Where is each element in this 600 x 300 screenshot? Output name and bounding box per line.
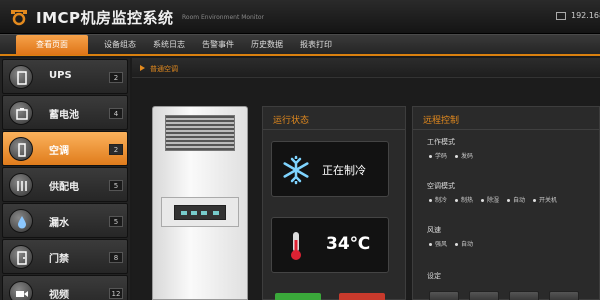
power-on-button[interactable]: [275, 293, 321, 300]
sidebar-item-video[interactable]: 视频 12: [2, 275, 128, 300]
setpoint-button[interactable]: [509, 291, 539, 300]
temperature-value: 34℃: [326, 234, 371, 254]
work-mode-option[interactable]: 学码: [429, 151, 447, 160]
ip-address: 192.168.: [571, 11, 600, 20]
wind-speed-option[interactable]: 强风: [429, 239, 447, 248]
main-nav: 查看页面 设备组态 系统日志 告警事件 历史数据 报表打印: [0, 34, 600, 56]
divider: [263, 129, 405, 130]
setpoint-button[interactable]: [549, 291, 579, 300]
ac-mode-option[interactable]: 开关机: [533, 195, 557, 204]
sidebar-item-air-conditioner[interactable]: 空调 2: [2, 131, 128, 166]
thermometer-icon: [280, 230, 312, 262]
water-leak-icon: [9, 209, 33, 233]
sidebar-item-door-access[interactable]: 门禁 8: [2, 239, 128, 274]
app-header: IMCP机房监控系统 Room Environment Monitor 192.…: [0, 0, 600, 34]
ac-mode-label: 空调模式: [427, 182, 455, 190]
main-content: 普通空调 运行状态 正在制冷 34℃ 远程控制 工作模式 学码 发码 空调模式 …: [132, 58, 600, 300]
nav-report-print[interactable]: 报表打印: [300, 35, 332, 55]
power-off-button[interactable]: [339, 293, 385, 300]
sidebar-item-label: 漏水: [49, 218, 69, 229]
sidebar-item-label: 供配电: [49, 182, 79, 193]
ac-control-panel: [161, 197, 239, 227]
sidebar-item-power-distribution[interactable]: 供配电 5: [2, 167, 128, 202]
monitor-icon: [556, 12, 566, 20]
ac-mode-option[interactable]: 除湿: [481, 195, 499, 204]
sidebar-item-water-leak[interactable]: 漏水 5: [2, 203, 128, 238]
arrow-right-icon: [140, 65, 145, 71]
temperature-box: 34℃: [271, 217, 389, 273]
door-access-icon: [9, 245, 33, 269]
sidebar-item-label: 蓄电池: [49, 110, 79, 121]
ac-display: [174, 205, 226, 220]
sidebar-item-count: 4: [109, 108, 123, 119]
sidebar-item-label: 视频: [49, 290, 69, 300]
sidebar-item-label: UPS: [49, 70, 72, 81]
breadcrumb-label: 普通空调: [150, 65, 178, 73]
logo-icon: [8, 6, 30, 26]
sidebar-item-battery[interactable]: 蓄电池 4: [2, 95, 128, 130]
wind-speed-option[interactable]: 自动: [455, 239, 473, 248]
nav-system-log[interactable]: 系统日志: [153, 35, 185, 55]
remote-control-panel: 远程控制 工作模式 学码 发码 空调模式 制冷 制热 除湿 自动 开关机 风速 …: [412, 106, 600, 300]
nav-history-data[interactable]: 历史数据: [251, 35, 283, 55]
ac-mode-option[interactable]: 自动: [507, 195, 525, 204]
ac-vent-grille: [165, 115, 235, 151]
sidebar-item-count: 2: [109, 72, 123, 83]
sidebar-item-count: 5: [109, 180, 123, 191]
sidebar-item-count: 12: [109, 288, 123, 299]
work-mode-option[interactable]: 发码: [455, 151, 473, 160]
setpoint-button[interactable]: [429, 291, 459, 300]
ac-mode-option[interactable]: 制热: [455, 195, 473, 204]
nav-view-page[interactable]: 查看页面: [16, 35, 88, 55]
video-icon: [9, 281, 33, 300]
sidebar-item-count: 2: [109, 144, 123, 155]
sidebar-item-label: 空调: [49, 146, 69, 157]
air-conditioner-icon: [9, 137, 33, 161]
ups-icon: [9, 65, 33, 89]
nav-alarm-events[interactable]: 告警事件: [202, 35, 234, 55]
breadcrumb: 普通空调: [132, 58, 600, 78]
battery-icon: [9, 101, 33, 125]
snowflake-icon: [280, 154, 312, 186]
panel-title: 远程控制: [423, 116, 460, 126]
power-distribution-icon: [9, 173, 33, 197]
setpoint-button[interactable]: [469, 291, 499, 300]
app-subtitle: Room Environment Monitor: [182, 14, 265, 21]
nav-device-config[interactable]: 设备组态: [104, 35, 136, 55]
app-title: IMCP机房监控系统: [36, 9, 174, 27]
sidebar-item-label: 门禁: [49, 254, 69, 265]
setting-label: 设定: [427, 272, 441, 280]
divider: [413, 129, 599, 130]
running-status-panel: 运行状态 正在制冷 34℃: [262, 106, 406, 300]
panel-title: 运行状态: [273, 116, 310, 126]
sidebar-item-count: 8: [109, 252, 123, 263]
mode-status-text: 正在制冷: [322, 164, 366, 177]
sidebar-item-count: 5: [109, 216, 123, 227]
ac-mode-option[interactable]: 制冷: [429, 195, 447, 204]
device-sidebar: UPS 2 蓄电池 4 空调 2 供配电 5 漏水 5 门禁 8 视频 12: [0, 58, 130, 300]
sidebar-item-ups[interactable]: UPS 2: [2, 59, 128, 94]
cooling-status-box: 正在制冷: [271, 141, 389, 197]
wind-speed-label: 风速: [427, 226, 441, 234]
air-conditioner-illustration: [152, 106, 248, 300]
work-mode-label: 工作模式: [427, 138, 455, 146]
